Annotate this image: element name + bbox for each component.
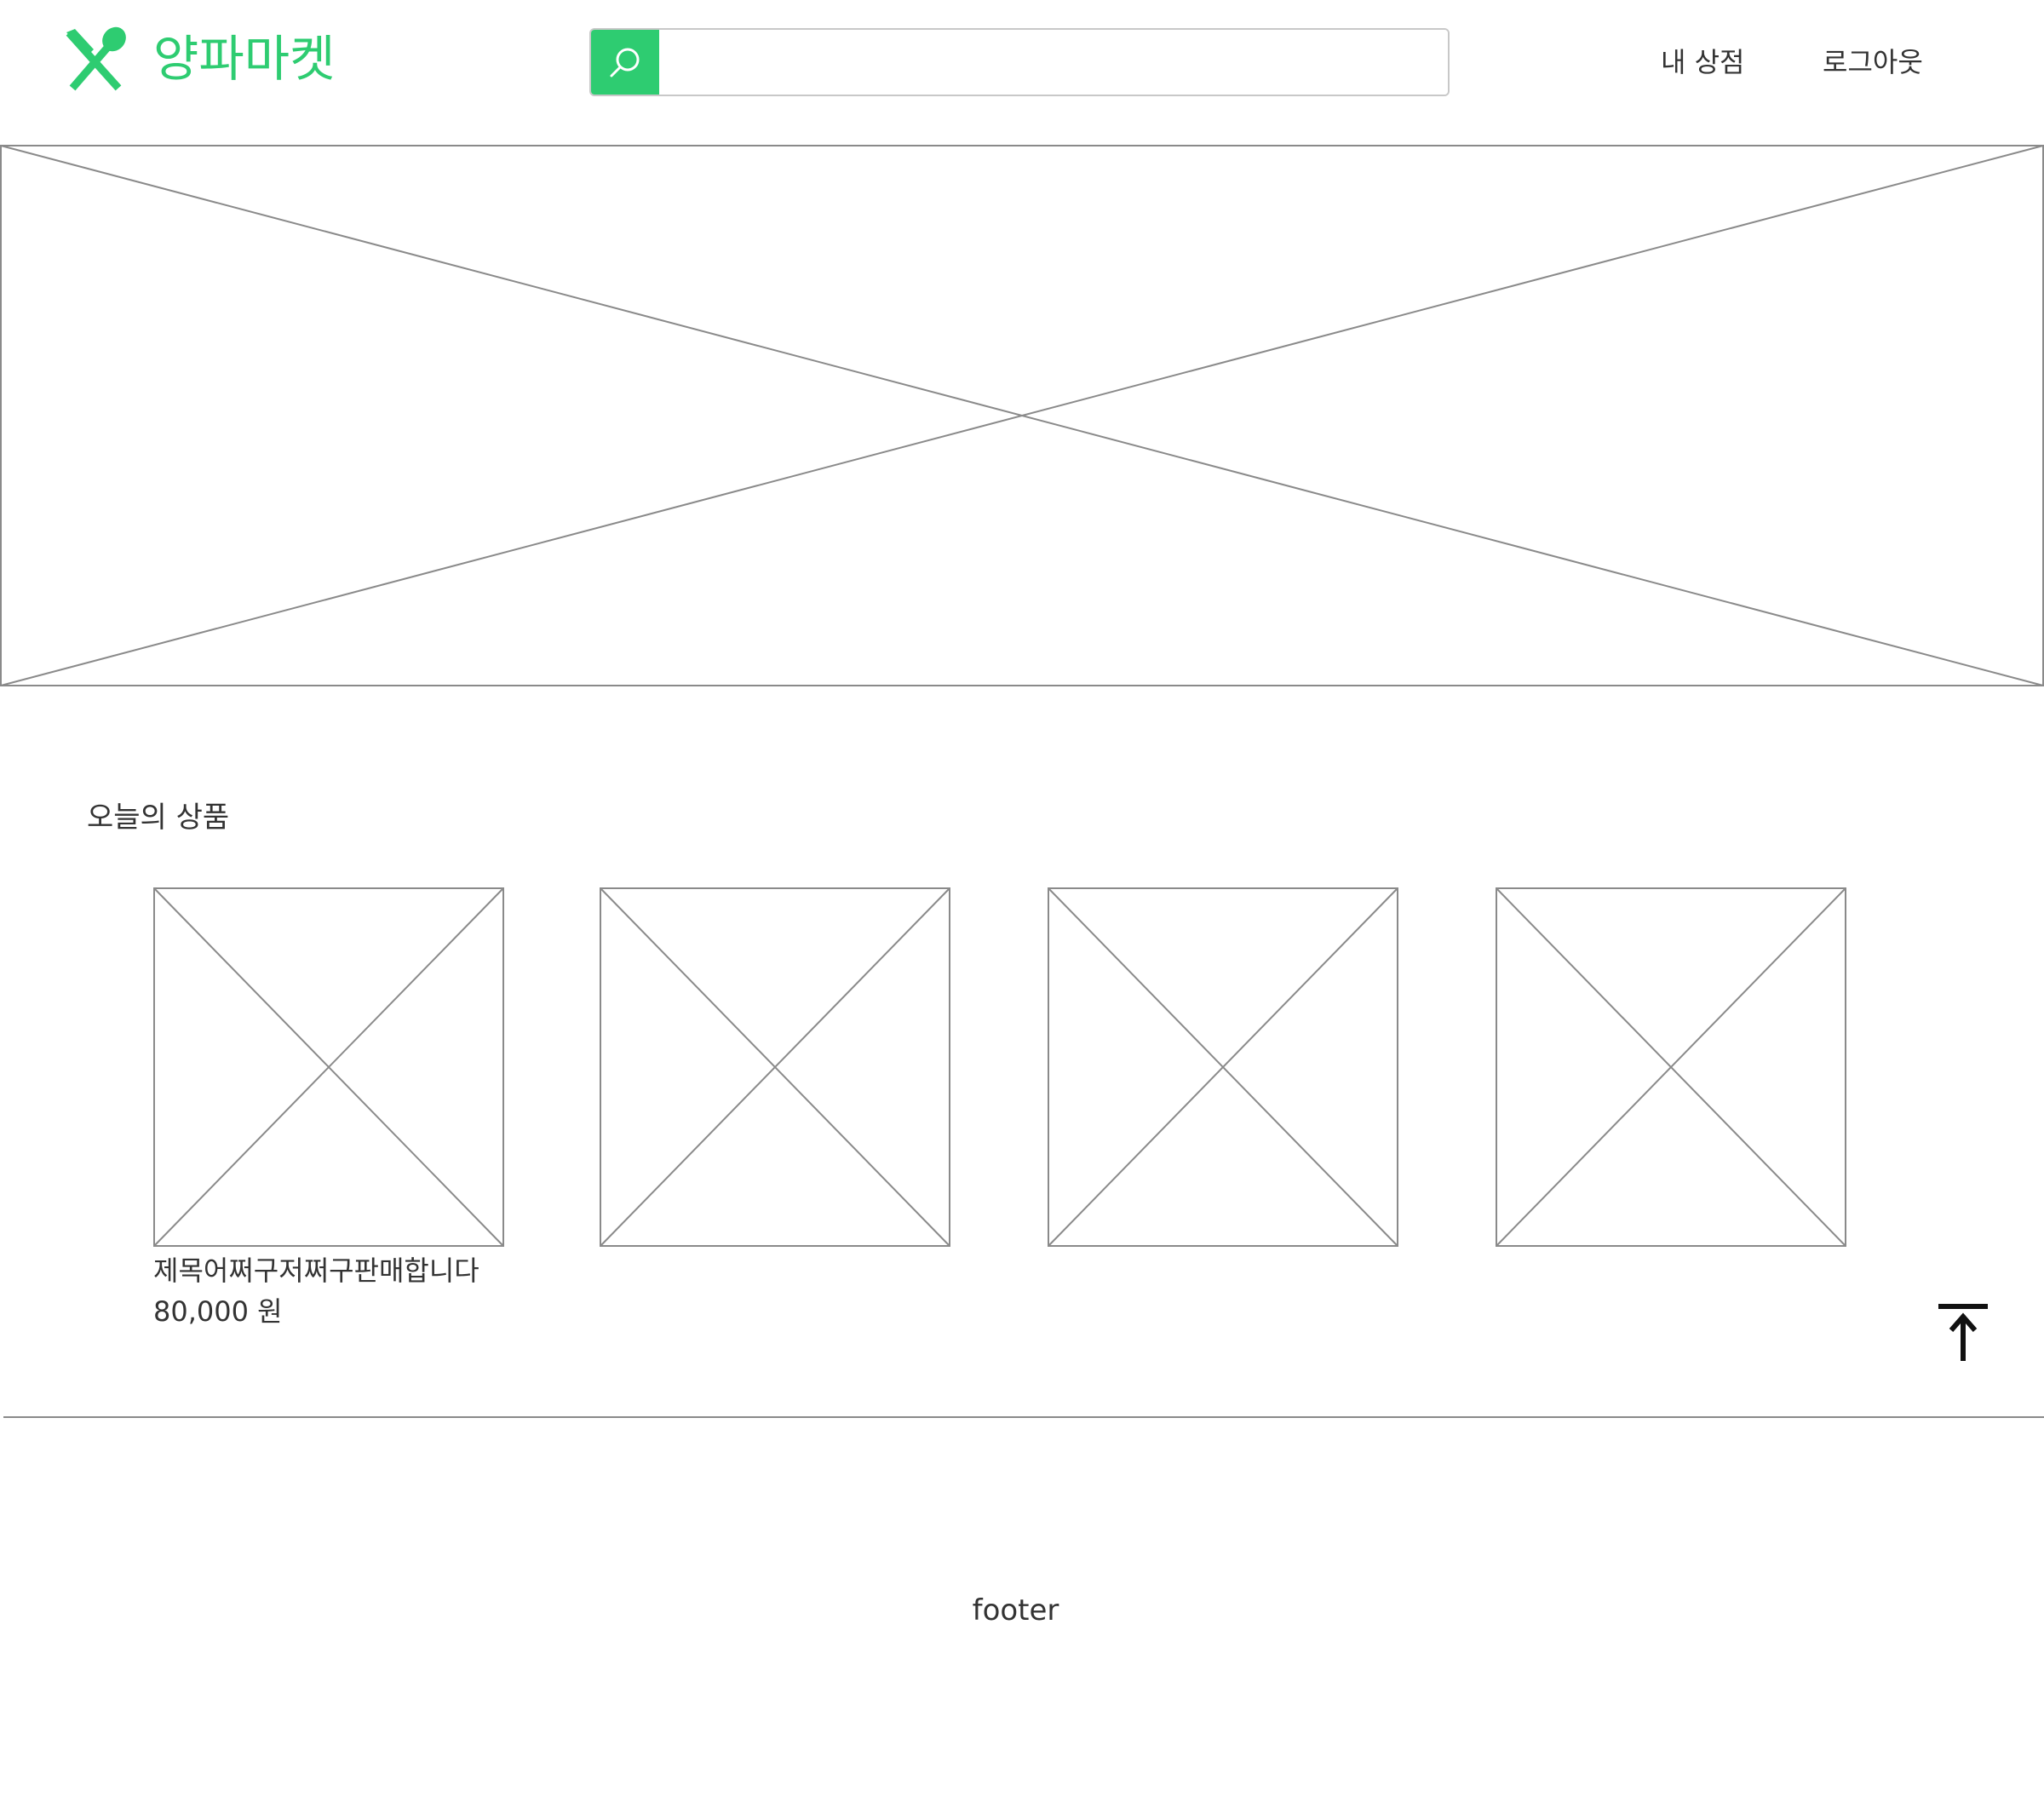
search-bar <box>589 28 1450 96</box>
logo-link[interactable]: 양파마켓 <box>63 26 335 92</box>
nav-my-store-link[interactable]: 내 상점 <box>1661 41 1745 83</box>
product-image-placeholder[interactable] <box>1496 887 1846 1247</box>
product-card[interactable] <box>600 887 950 1250</box>
nav-logout-link[interactable]: 로그아웃 <box>1823 41 1923 83</box>
product-price: 80,000 원 <box>153 1295 283 1328</box>
product-card[interactable] <box>1048 887 1398 1250</box>
page: 양파마켓 내 상점 로그아웃 오늘의 상품 제목어쩌구저쩌구판매합니다 80,0… <box>0 0 2044 1814</box>
logo-text: 양파마켓 <box>153 30 336 88</box>
section-title-todays-products: 오늘의 상품 <box>87 801 230 835</box>
product-name[interactable]: 제목어쩌구저쩌구판매합니다 <box>153 1250 504 1291</box>
scroll-top-icon[interactable] <box>1937 1301 1989 1363</box>
footer: footer <box>972 1593 1059 1627</box>
product-image-placeholder[interactable] <box>600 887 950 1247</box>
footer-divider <box>3 1416 2044 1418</box>
search-input[interactable] <box>659 30 1448 95</box>
product-image-placeholder[interactable] <box>1048 887 1398 1247</box>
spoon-knife-icon <box>66 26 126 91</box>
banner-image-placeholder[interactable] <box>0 145 2044 686</box>
product-image-placeholder[interactable] <box>153 887 504 1247</box>
product-card[interactable] <box>1496 887 1846 1250</box>
search-icon <box>610 48 640 77</box>
product-card[interactable]: 제목어쩌구저쩌구판매합니다 80,000 원 <box>153 887 504 1332</box>
search-button[interactable] <box>591 30 659 95</box>
